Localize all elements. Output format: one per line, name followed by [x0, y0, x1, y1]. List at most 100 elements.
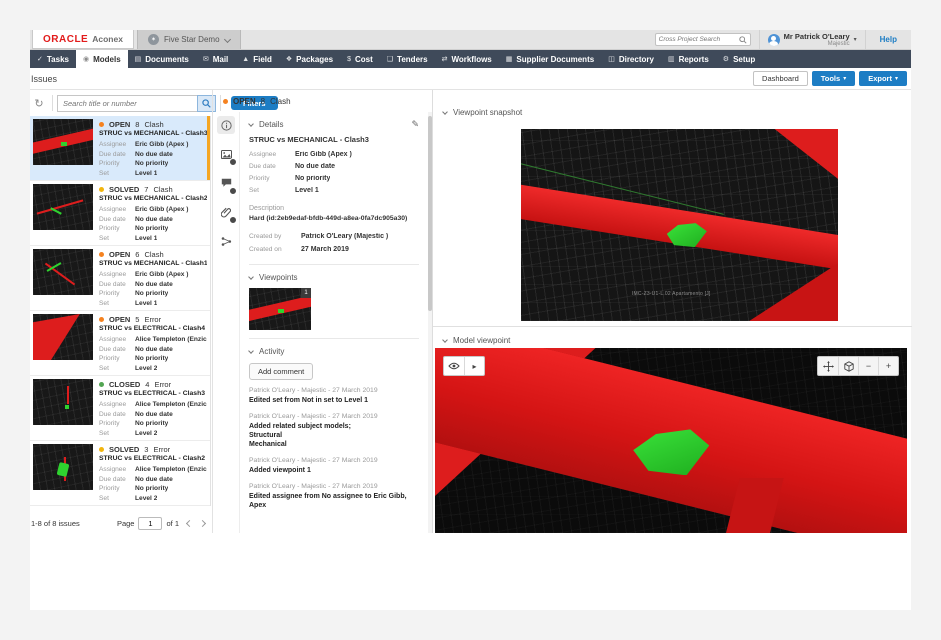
nav-item-packages[interactable]: ❖ Packages [279, 50, 340, 68]
edit-pencil-icon[interactable]: ✎ [411, 119, 419, 130]
field-label: Priority [99, 225, 135, 232]
issue-type: Clash [144, 250, 163, 259]
snapshot-caption: IMC-Z3-U1-L.02 Apartamento [J] [632, 291, 711, 297]
content-area: ↻ Filters OPEN [30, 90, 911, 533]
field-value: No due date [135, 281, 173, 288]
field-label: Due date [99, 476, 135, 483]
next-page-icon[interactable] [199, 520, 206, 527]
issue-list-item[interactable]: CLOSED 4 Error STRUC vs ELECTRICAL - Cla… [30, 376, 210, 441]
user-menu[interactable]: Mr Patrick O'Leary Majestic ▾ [759, 30, 865, 49]
field-label: Due date [99, 281, 135, 288]
viewpoints-section-header[interactable]: Viewpoints [249, 269, 419, 285]
nav-item-workflows[interactable]: ⇄ Workflows [435, 50, 499, 68]
nav-item-label: Directory [619, 55, 654, 64]
nav-item-tasks[interactable]: ✓ Tasks [30, 50, 76, 68]
zoom-out-icon[interactable]: − [858, 357, 878, 375]
chevron-down-icon [248, 348, 254, 354]
nav-item-setup[interactable]: ⚙ Setup [716, 50, 763, 68]
nav-item-documents[interactable]: ▤ Documents [128, 50, 196, 68]
issue-list-item[interactable]: SOLVED 7 Clash STRUC vs MECHANICAL - Cla… [30, 181, 210, 246]
comments-tab-icon[interactable] [217, 174, 235, 192]
viewpoint-snapshot-header[interactable]: Viewpoint snapshot [433, 104, 911, 120]
top-bar: ORACLE Aconex ✶ Five Star Demo Mr Patric… [30, 30, 911, 50]
nav-item-field[interactable]: ▲ Field [235, 50, 279, 68]
page-header: Issues Dashboard Tools▾ Export▾ [30, 68, 911, 90]
issue-type: Error [153, 445, 170, 454]
supplier-documents-icon: ▦ [506, 55, 513, 63]
setup-gear-icon: ⚙ [723, 55, 729, 63]
aconex-wordmark: Aconex [92, 34, 123, 44]
chevron-down-icon [442, 337, 448, 343]
workflows-icon: ⇄ [442, 55, 448, 63]
user-name: Mr Patrick O'Leary [784, 33, 850, 41]
model-viewport[interactable]: ▸ − + [435, 348, 907, 533]
nav-item-mail[interactable]: ✉ Mail [196, 50, 235, 68]
issue-title: STRUC vs MECHANICAL - Clash3 [99, 130, 207, 140]
issue-thumbnail [33, 184, 93, 230]
issue-list-item[interactable]: SOLVED 3 Error STRUC vs ELECTRICAL - Cla… [30, 441, 210, 506]
nav-item-models[interactable]: ◉ Models [76, 50, 128, 68]
created-by-value: Patrick O'Leary (Majestic ) [301, 233, 388, 240]
issue-status: OPEN [109, 315, 130, 324]
help-label: Help [880, 35, 897, 44]
dashboard-button[interactable]: Dashboard [753, 71, 808, 86]
nav-item-supplier-documents[interactable]: ▦ Supplier Documents [499, 50, 601, 68]
export-button[interactable]: Export▾ [859, 71, 907, 86]
previous-page-icon[interactable] [186, 520, 193, 527]
activity-meta: Patrick O'Leary - Majestic - 27 March 20… [249, 387, 419, 394]
issue-search-input[interactable] [57, 95, 197, 112]
orbit-cube-icon[interactable] [838, 357, 858, 375]
model-viewpoint-header[interactable]: Model viewpoint [433, 332, 911, 348]
status-dot [99, 187, 104, 192]
attachments-tab-icon[interactable] [217, 203, 235, 221]
issue-number: 5 [135, 315, 139, 324]
cross-project-search-input[interactable] [659, 36, 739, 43]
activity-section-header[interactable]: Activity [249, 343, 419, 359]
field-label: Priority [99, 355, 135, 362]
project-selector[interactable]: ✶ Five Star Demo [137, 30, 241, 49]
issue-list-item[interactable]: OPEN 8 Clash STRUC vs MECHANICAL - Clash… [30, 116, 210, 181]
nav-item-directory[interactable]: ◫ Directory [601, 50, 661, 68]
field-value: Alice Templeton (Enzic... [135, 466, 207, 473]
issue-list-item[interactable]: OPEN 6 Clash STRUC vs MECHANICAL - Clash… [30, 246, 210, 311]
nav-item-label: Packages [296, 55, 333, 64]
directory-icon: ◫ [608, 55, 615, 63]
related-models-tab-icon[interactable] [217, 232, 235, 250]
cross-project-search[interactable] [655, 33, 751, 46]
help-link[interactable]: Help [865, 30, 911, 49]
issue-title: STRUC vs MECHANICAL - Clash1 [99, 260, 207, 270]
viewpoint-thumbnail[interactable]: 1 [249, 288, 311, 330]
refresh-icon[interactable]: ↻ [30, 97, 48, 110]
field-value: No due date [135, 216, 173, 223]
details-section-header[interactable]: Details ✎ [249, 116, 419, 132]
nav-item-tenders[interactable]: ❑ Tenders [380, 50, 435, 68]
pan-icon[interactable] [818, 357, 838, 375]
oracle-aconex-logo[interactable]: ORACLE Aconex [32, 30, 134, 49]
issue-status: OPEN [109, 250, 130, 259]
issue-list-item[interactable]: OPEN 5 Error STRUC vs ELECTRICAL - Clash… [30, 311, 210, 376]
page-number-input[interactable] [138, 517, 162, 530]
activity-text: Mechanical [249, 440, 419, 449]
field-value: No due date [135, 411, 173, 418]
field-label: Set [99, 235, 135, 242]
detail-number: 8 [261, 97, 265, 106]
visibility-eye-icon[interactable] [444, 357, 464, 375]
nav-item-cost[interactable]: $ Cost [340, 50, 380, 68]
activity-entry: Patrick O'Leary - Majestic - 27 March 20… [249, 457, 419, 475]
viewpoints-tab-icon[interactable] [217, 145, 235, 163]
add-comment-button[interactable]: Add comment [249, 363, 313, 380]
search-icon[interactable] [739, 36, 747, 44]
nav-item-reports[interactable]: ▥ Reports [661, 50, 716, 68]
field-value: No due date [295, 163, 335, 170]
expand-panel-icon[interactable]: ▸ [464, 357, 484, 375]
viewpoint-count-badge: 1 [301, 288, 311, 298]
info-tab-icon[interactable] [217, 116, 235, 134]
field-label: Priority [99, 290, 135, 297]
status-dot [99, 252, 104, 257]
issue-status: SOLVED [109, 185, 139, 194]
nav-item-label: Documents [145, 55, 189, 64]
field-label: Priority [249, 175, 295, 182]
tools-button[interactable]: Tools▾ [812, 71, 855, 86]
zoom-in-icon[interactable]: + [878, 357, 898, 375]
page-title: Issues [31, 74, 57, 84]
